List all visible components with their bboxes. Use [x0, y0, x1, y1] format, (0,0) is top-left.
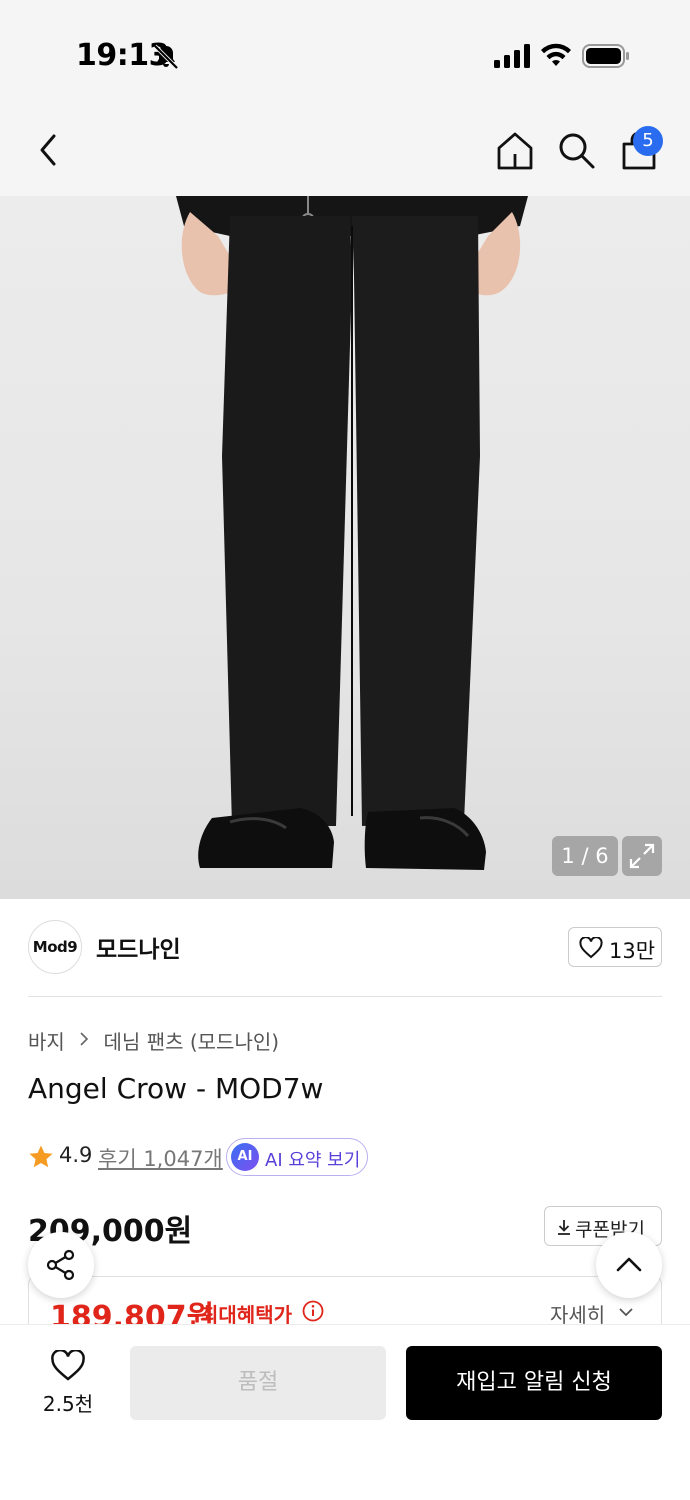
chevron-up-icon: [616, 1257, 642, 1272]
wifi-icon: [541, 43, 571, 66]
status-bar: 19:13: [0, 0, 690, 100]
wishlist-count: 2.5천: [42, 1392, 94, 1416]
back-icon[interactable]: [32, 130, 64, 170]
home-icon[interactable]: [494, 130, 536, 172]
pants-photo: [176, 196, 528, 870]
review-link[interactable]: 후기 1,047개: [98, 1143, 223, 1173]
divider: [28, 996, 662, 997]
soldout-button: 품절: [130, 1346, 386, 1420]
heart-icon: [51, 1350, 85, 1381]
share-icon: [46, 1249, 75, 1281]
brand-like-count: 13만: [609, 939, 656, 963]
brand-like-button[interactable]: 13만: [568, 927, 662, 967]
ai-summary-button[interactable]: AI AI 요약 보기: [226, 1138, 368, 1176]
search-icon[interactable]: [556, 130, 596, 170]
wishlist-button[interactable]: 2.5천: [28, 1346, 108, 1420]
download-icon: [558, 1220, 570, 1235]
brand-name[interactable]: 모드나인: [96, 930, 181, 964]
expand-image-button[interactable]: [622, 836, 662, 876]
chevron-down-icon: [619, 1308, 633, 1317]
chevron-right-icon: [80, 1032, 89, 1046]
ai-badge-icon: AI: [231, 1143, 259, 1171]
heart-icon: [579, 937, 603, 959]
image-counter: 1 / 6: [552, 836, 618, 876]
star-icon: [29, 1145, 53, 1168]
info-icon[interactable]: [302, 1300, 324, 1322]
breadcrumb-subcategory[interactable]: 데님 팬츠 (모드나인): [104, 1026, 280, 1055]
battery-icon: [582, 44, 629, 68]
breadcrumb: 바지 데님 팬츠 (모드나인): [28, 1026, 279, 1055]
scroll-to-top-button[interactable]: [596, 1232, 662, 1298]
top-nav-bar: [0, 100, 690, 196]
bell-slash-icon: [153, 44, 179, 70]
cart-count-badge: 5: [633, 126, 663, 156]
brand-logo[interactable]: Mod9: [28, 920, 82, 974]
expand-icon: [629, 843, 655, 869]
breadcrumb-category[interactable]: 바지: [28, 1026, 65, 1055]
product-title: Angel Crow - MOD7w: [28, 1072, 324, 1105]
cellular-signal-icon: [494, 44, 530, 68]
product-image[interactable]: [0, 196, 690, 899]
restock-alert-button[interactable]: 재입고 알림 신청: [406, 1346, 662, 1420]
rating-value: 4.9: [59, 1143, 93, 1167]
share-button[interactable]: [28, 1232, 94, 1298]
ai-summary-label: AI 요약 보기: [265, 1150, 361, 1171]
